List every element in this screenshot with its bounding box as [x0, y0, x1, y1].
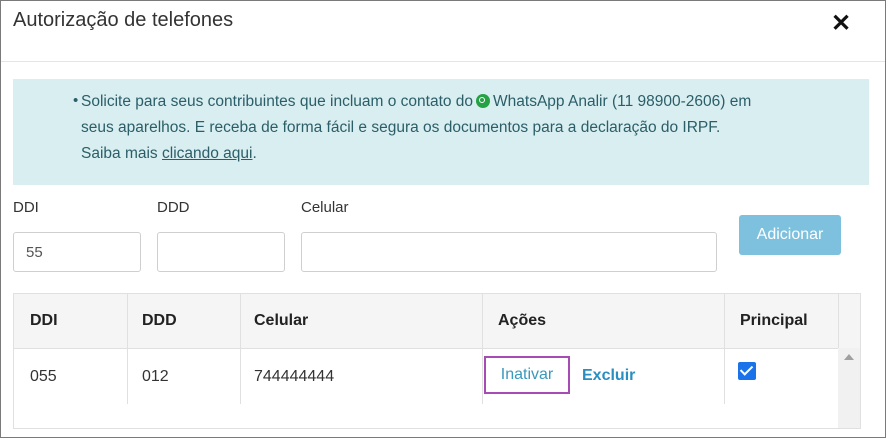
whatsapp-icon	[476, 94, 491, 108]
modal-header: Autorização de telefones ✕	[1, 1, 885, 62]
celular-label: Celular	[301, 199, 349, 216]
info-line-1: Solicite para seus contribuintes que inc…	[81, 89, 855, 115]
column-divider	[482, 294, 483, 404]
table-header: DDI DDD Celular Ações Principal	[14, 294, 860, 349]
modal-dialog: Autorização de telefones ✕ • Solicite pa…	[0, 0, 886, 438]
column-header-principal[interactable]: Principal	[740, 312, 808, 330]
ddi-input[interactable]	[13, 232, 141, 272]
info-alert: • Solicite para seus contribuintes que i…	[13, 79, 869, 185]
info-line-2: seus aparelhos. E receba de forma fácil …	[81, 119, 721, 136]
cell-celular: 744444444	[254, 368, 335, 385]
column-divider	[724, 294, 725, 404]
column-divider	[838, 294, 839, 348]
ddi-label: DDI	[13, 199, 39, 216]
info-text-1: Solicite para seus contribuintes que inc…	[81, 93, 474, 110]
excluir-button[interactable]: Excluir	[582, 367, 635, 385]
adicionar-button[interactable]: Adicionar	[739, 215, 841, 255]
info-text-2: WhatsApp Analir (11 98900-2606) em	[493, 93, 752, 110]
bullet: •	[73, 92, 79, 109]
scroll-up-icon[interactable]	[844, 354, 854, 360]
celular-input[interactable]	[301, 232, 717, 272]
info-line-3: Saiba mais clicando aqui.	[81, 141, 855, 167]
info-saiba-mais: Saiba mais	[81, 145, 158, 162]
scrollbar[interactable]	[838, 348, 860, 428]
column-header-ddd[interactable]: DDD	[142, 312, 177, 330]
column-header-acoes[interactable]: Ações	[498, 312, 546, 330]
close-icon[interactable]: ✕	[827, 9, 855, 37]
column-divider	[127, 294, 128, 404]
clicando-aqui-link[interactable]: clicando aqui	[162, 145, 252, 162]
inativar-button[interactable]: Inativar	[484, 356, 570, 394]
cell-ddd: 012	[142, 368, 169, 385]
column-header-celular[interactable]: Celular	[254, 312, 308, 330]
ddd-input[interactable]	[157, 232, 285, 272]
phones-table: DDI DDD Celular Ações Principal 055 012 …	[13, 293, 861, 429]
column-header-ddi[interactable]: DDI	[30, 312, 58, 330]
modal-title: Autorização de telefones	[13, 9, 234, 31]
info-period: .	[252, 145, 257, 162]
principal-checkbox[interactable]	[738, 362, 756, 380]
ddd-label: DDD	[157, 199, 190, 216]
column-divider	[240, 294, 241, 404]
cell-ddi: 055	[30, 368, 57, 385]
